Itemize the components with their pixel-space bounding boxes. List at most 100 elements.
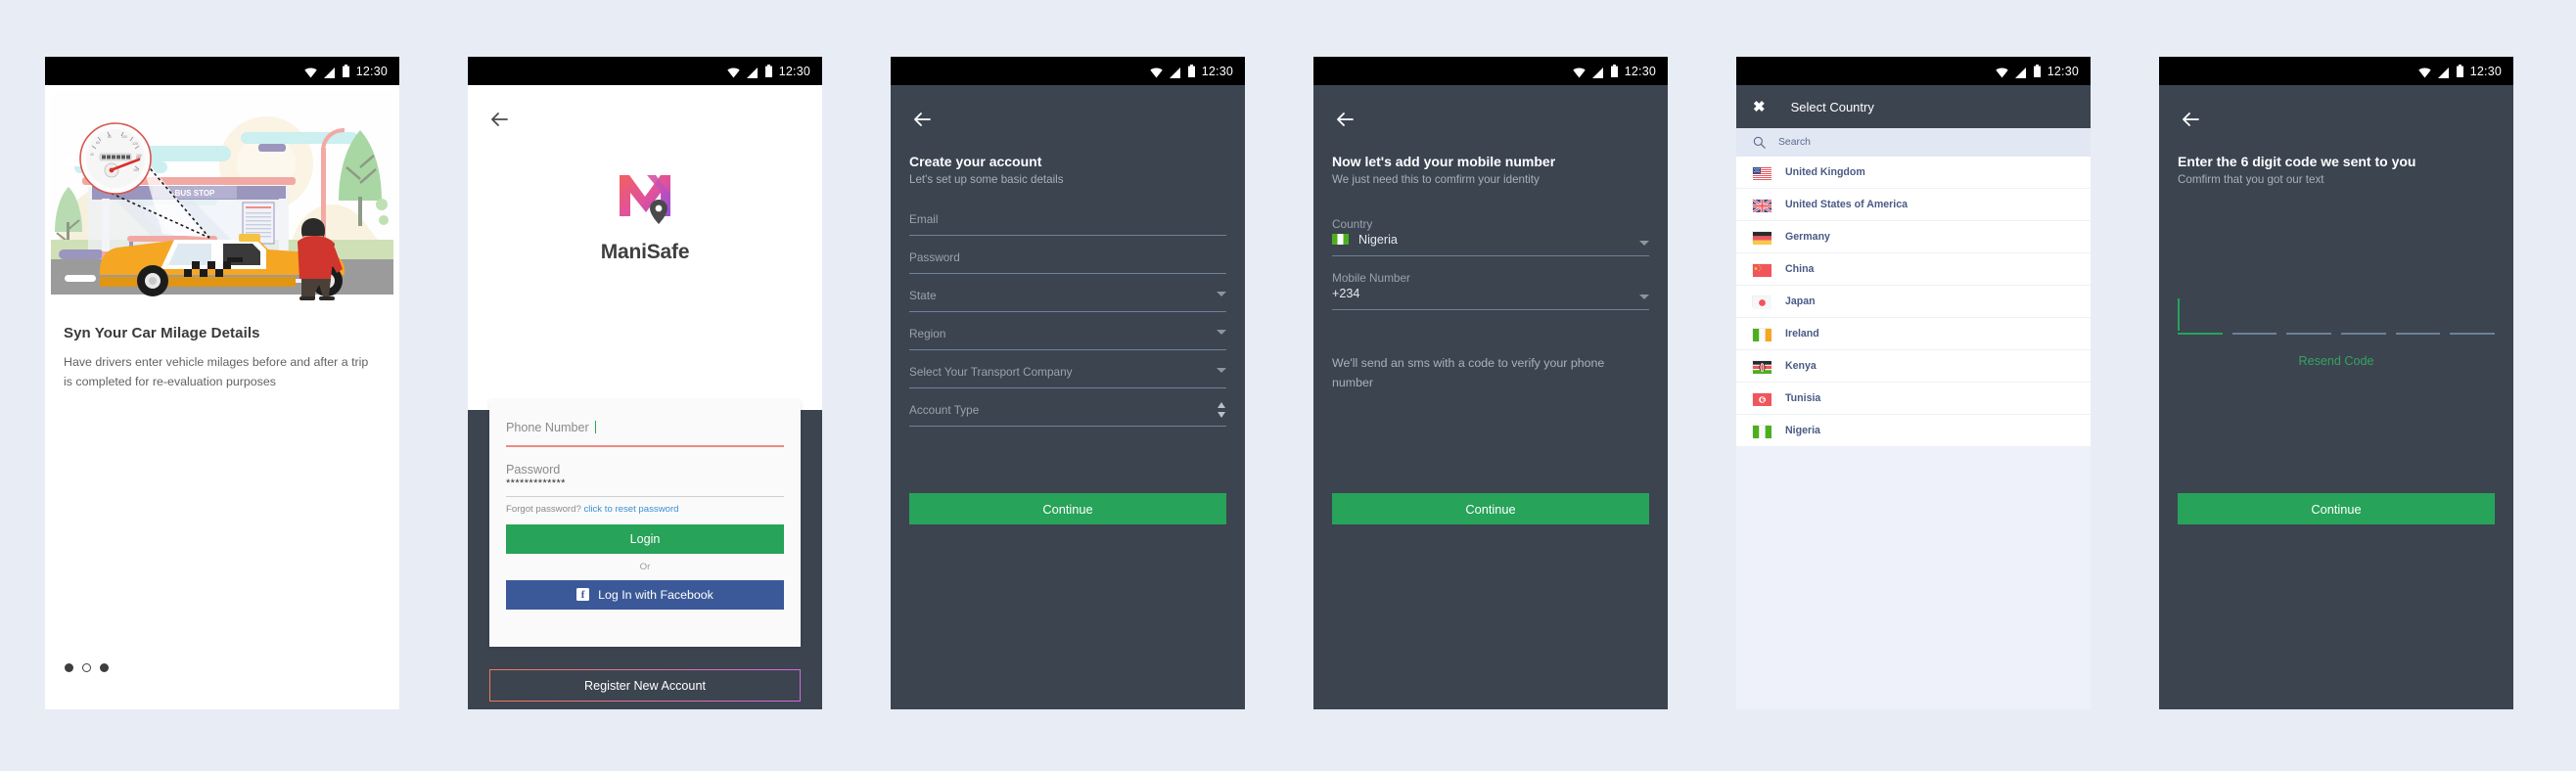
list-item[interactable]: Germany (1736, 221, 2091, 253)
brand-block: ManiSafe (468, 171, 822, 264)
password-field[interactable]: Password ************* (506, 463, 784, 497)
back-arrow-icon[interactable] (488, 109, 510, 130)
status-bar: 12:30 (1313, 57, 1668, 85)
list-item[interactable]: Ireland (1736, 318, 2091, 350)
battery-icon (1610, 65, 1618, 77)
transport-company-underline (909, 387, 1226, 389)
status-bar-time: 12:30 (2047, 64, 2079, 78)
phone-mobile-number: 12:30 Now let's add your mobile number W… (1313, 57, 1668, 709)
pager-dot-1[interactable] (65, 663, 73, 672)
sms-helper-text: We'll send an sms with a code to verify … (1332, 356, 1605, 389)
wifi-icon (2418, 66, 2431, 78)
svg-text:80: 80 (108, 135, 112, 139)
country-name: Nigeria (1785, 425, 1820, 436)
ireland-flag-icon (1752, 327, 1771, 341)
resend-code-link[interactable]: Resend Code (2159, 354, 2513, 368)
back-arrow-icon[interactable] (1334, 109, 1356, 130)
forgot-password-row: Forgot password? click to reset password (506, 504, 784, 515)
close-icon[interactable]: ✖ (1753, 100, 1766, 114)
email-field[interactable]: Email (909, 212, 1226, 237)
code-digit-3[interactable] (2286, 295, 2332, 335)
back-arrow-icon[interactable] (2180, 109, 2201, 130)
phone-number-field[interactable]: Phone Number (506, 419, 784, 447)
mobile-number-value: +234 (1332, 287, 1360, 300)
country-value-row: Nigeria (1332, 233, 1649, 247)
select-country-appbar: ✖ Select Country (1736, 85, 2091, 128)
svg-text:160: 160 (136, 154, 142, 158)
page-subtitle: Have drivers enter vehicle milages befor… (64, 355, 369, 389)
mobile-number-field[interactable]: Mobile Number +234 (1332, 271, 1649, 311)
list-item[interactable]: United States of America (1736, 189, 2091, 221)
list-item[interactable]: China (1736, 253, 2091, 286)
transport-company-dropdown[interactable]: Select Your Transport Company (909, 365, 1226, 389)
login-body: ManiSafe Phone Number Password *********… (468, 85, 822, 709)
country-list: United Kingdom United States of America … (1736, 157, 2091, 447)
code-digit-2[interactable] (2231, 295, 2277, 335)
wifi-icon (1996, 66, 2008, 78)
state-underline (909, 311, 1226, 313)
list-item[interactable]: Nigeria (1736, 415, 2091, 447)
reset-password-link[interactable]: click to reset password (583, 504, 678, 515)
mobile-number-underline (1332, 309, 1649, 311)
account-type-underline (909, 426, 1226, 428)
country-name: Japan (1785, 295, 1816, 307)
pager-dot-3[interactable] (100, 663, 109, 672)
forgot-password-label: Forgot password? (506, 503, 584, 515)
code-underline (2286, 333, 2332, 335)
signal-icon (1591, 66, 1604, 78)
code-digit-4[interactable] (2341, 295, 2386, 335)
country-dropdown[interactable]: Country Nigeria (1332, 217, 1649, 257)
password-underline (506, 495, 784, 497)
country-name: China (1785, 263, 1815, 275)
code-underline (2231, 333, 2277, 335)
state-dropdown[interactable]: State (909, 289, 1226, 313)
code-input-group[interactable] (2178, 295, 2496, 335)
code-digit-1[interactable] (2178, 295, 2223, 335)
code-digit-6[interactable] (2450, 295, 2496, 335)
email-label: Email (909, 212, 939, 226)
pager-dot-2[interactable] (82, 663, 91, 672)
continue-button[interactable]: Continue (909, 493, 1226, 524)
pager-dots[interactable] (65, 663, 109, 672)
status-bar-time: 12:30 (1624, 64, 1656, 78)
phone-number-label: Phone Number (506, 421, 589, 434)
search-input[interactable] (1778, 137, 2013, 148)
page-title: Syn Your Car Milage Details (64, 325, 260, 341)
login-button[interactable]: Login (506, 523, 784, 554)
state-label: State (909, 289, 937, 302)
status-bar: 12:30 (1736, 57, 2091, 85)
onboarding-text: Syn Your Car Milage Details Have drivers… (64, 325, 377, 391)
region-label: Region (909, 327, 946, 340)
continue-button[interactable]: Continue (1332, 493, 1649, 524)
search-icon (1753, 136, 1766, 149)
account-type-stepper[interactable]: Account Type (909, 402, 1226, 428)
back-arrow-icon[interactable] (911, 109, 933, 130)
list-item[interactable]: Kenya (1736, 350, 2091, 383)
country-search-bar[interactable] (1736, 128, 2091, 157)
status-bar-time: 12:30 (2469, 64, 2502, 78)
country-value: Nigeria (1358, 233, 1398, 247)
country-name: Germany (1785, 231, 1830, 243)
list-item[interactable]: United Kingdom (1736, 157, 2091, 189)
onboarding-illustration: BUS STOP 40 60 80 100 120 160 180 (45, 85, 399, 302)
password-field[interactable]: Password (909, 250, 1226, 275)
continue-button[interactable]: Continue (2178, 493, 2495, 524)
country-underline (1332, 255, 1649, 257)
code-digit-5[interactable] (2395, 295, 2441, 335)
wifi-icon (1150, 66, 1163, 78)
region-dropdown[interactable]: Region (909, 327, 1226, 351)
battery-icon (764, 65, 772, 77)
wifi-icon (1573, 66, 1586, 78)
facebook-login-button[interactable]: f Log In with Facebook (506, 579, 784, 610)
page-subtitle: We just need this to comfirm your identi… (1332, 173, 1540, 186)
page-title: Now let's add your mobile number (1332, 154, 1556, 169)
create-account-body: Create your account Let's set up some ba… (891, 85, 1245, 709)
list-item[interactable]: Japan (1736, 286, 2091, 318)
chevron-down-icon (1217, 292, 1226, 296)
country-name: Tunisia (1785, 392, 1821, 404)
code-underline (2450, 333, 2496, 335)
nigeria-flag-icon (1332, 234, 1349, 245)
list-item[interactable]: Tunisia (1736, 383, 2091, 415)
phone-select-country: 12:30 ✖ Select Country United Kingdom (1736, 57, 2091, 709)
register-new-account-button[interactable]: Register New Account (489, 669, 801, 702)
